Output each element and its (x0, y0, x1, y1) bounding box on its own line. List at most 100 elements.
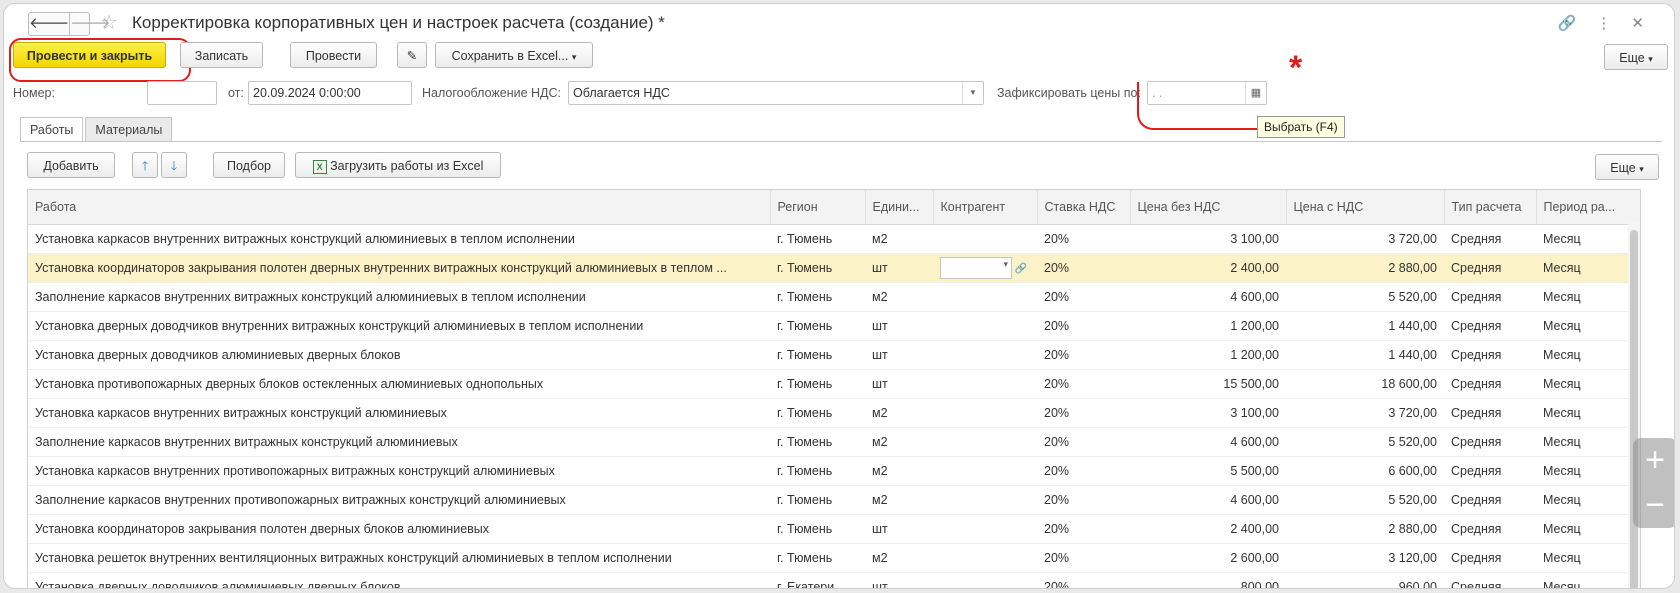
column-header[interactable]: Работа (28, 190, 771, 225)
column-header[interactable]: Ставка НДС (1037, 190, 1131, 225)
table-cell[interactable]: Средняя (1444, 369, 1536, 399)
table-cell[interactable]: 5 520,00 (1286, 427, 1444, 457)
table-cell[interactable]: 4 600,00 (1130, 427, 1286, 457)
table-cell[interactable]: шт (865, 572, 933, 588)
table-cell[interactable]: Месяц (1536, 572, 1640, 588)
edit-pen-icon[interactable]: ✎ (397, 42, 427, 68)
table-cell[interactable]: Средняя (1444, 456, 1536, 486)
chevron-down-icon[interactable]: ▼ (962, 82, 983, 104)
table-cell[interactable]: Месяц (1536, 427, 1640, 457)
table-cell[interactable]: 🔗 (933, 253, 1037, 283)
table-cell[interactable]: г. Тюмень (770, 224, 865, 254)
tab-works[interactable]: Работы (20, 117, 84, 142)
table-cell[interactable]: Заполнение каркасов внутренних витражных… (28, 427, 770, 457)
column-header[interactable]: Контрагент (933, 190, 1038, 225)
table-cell[interactable]: Установка противопожарных дверных блоков… (28, 369, 770, 399)
table-cell[interactable]: Средняя (1444, 543, 1536, 573)
table-cell[interactable] (933, 485, 1037, 515)
table-cell[interactable]: 20% (1037, 456, 1130, 486)
table-cell[interactable]: м2 (865, 427, 933, 457)
column-header[interactable]: Период ра... (1536, 190, 1640, 225)
table-cell[interactable]: г. Тюмень (770, 514, 865, 544)
table-cell[interactable] (933, 369, 1037, 399)
table-cell[interactable]: Установка дверных доводчиков алюминиевых… (28, 340, 770, 370)
table-cell[interactable]: шт (865, 340, 933, 370)
table-cell[interactable] (933, 398, 1037, 428)
table-cell[interactable]: Месяц (1536, 311, 1640, 341)
table-cell[interactable]: шт (865, 311, 933, 341)
table-cell[interactable]: шт (865, 253, 933, 283)
scroll-thumb[interactable] (1630, 230, 1638, 588)
table-cell[interactable]: Месяц (1536, 398, 1640, 428)
table-cell[interactable]: 1 440,00 (1286, 311, 1444, 341)
table-cell[interactable]: 20% (1037, 253, 1130, 283)
table-row[interactable]: Установка каркасов внутренних витражных … (28, 224, 1640, 254)
column-header[interactable]: Цена без НДС (1130, 190, 1287, 225)
table-cell[interactable]: Установка координаторов закрывания полот… (28, 253, 770, 283)
table-cell[interactable]: г. Тюмень (770, 427, 865, 457)
table-cell[interactable] (933, 224, 1037, 254)
table-cell[interactable]: Средняя (1444, 485, 1536, 515)
table-cell[interactable]: 20% (1037, 224, 1130, 254)
column-header[interactable]: Регион (770, 190, 866, 225)
table-cell[interactable]: 20% (1037, 311, 1130, 341)
table-cell[interactable]: Установка каркасов внутренних витражных … (28, 224, 770, 254)
table-row[interactable]: Заполнение каркасов внутренних витражных… (28, 282, 1640, 312)
table-cell[interactable]: Месяц (1536, 514, 1640, 544)
column-header[interactable]: Едини... (865, 190, 934, 225)
table-cell[interactable]: г. Тюмень (770, 543, 865, 573)
table-cell[interactable]: шт (865, 514, 933, 544)
save-to-excel-button[interactable]: Сохранить в Excel... ▾ (435, 42, 593, 68)
table-cell[interactable]: Установка координаторов закрывания полот… (28, 514, 770, 544)
number-input[interactable] (147, 81, 217, 105)
table-cell[interactable]: м2 (865, 282, 933, 312)
table-cell[interactable]: 15 500,00 (1130, 369, 1286, 399)
table-cell[interactable] (933, 340, 1037, 370)
table-cell[interactable]: 2 880,00 (1286, 514, 1444, 544)
table-cell[interactable]: г. Тюмень (770, 398, 865, 428)
table-cell[interactable]: Средняя (1444, 224, 1536, 254)
table-cell[interactable]: 5 520,00 (1286, 485, 1444, 515)
more-button[interactable]: Еще ▾ (1604, 44, 1668, 70)
table-cell[interactable]: Заполнение каркасов внутренних витражных… (28, 282, 770, 312)
table-cell[interactable]: 1 200,00 (1130, 340, 1286, 370)
table-cell[interactable]: 3 100,00 (1130, 398, 1286, 428)
link-icon[interactable]: 🔗 (1558, 14, 1577, 32)
date-input[interactable]: 20.09.2024 0:00:00 (248, 81, 412, 105)
table-cell[interactable]: Установка дверных доводчиков алюминиевых… (28, 572, 770, 588)
table-cell[interactable]: 3 720,00 (1286, 398, 1444, 428)
table-row[interactable]: Заполнение каркасов внутренних витражных… (28, 427, 1640, 457)
table-cell[interactable]: м2 (865, 543, 933, 573)
table-cell[interactable]: г. Тюмень (770, 456, 865, 486)
table-cell[interactable]: г. Тюмень (770, 369, 865, 399)
back-arrow-icon[interactable]: 🡐 (29, 13, 69, 35)
table-row[interactable]: Установка дверных доводчиков алюминиевых… (28, 572, 1640, 588)
table-cell[interactable]: 20% (1037, 282, 1130, 312)
table-cell[interactable]: 800,00 (1130, 572, 1286, 588)
more-vertical-icon[interactable]: ⋮ (1596, 14, 1611, 32)
close-icon[interactable]: ✕ (1631, 14, 1644, 32)
table-cell[interactable]: 2 600,00 (1130, 543, 1286, 573)
table-cell[interactable] (933, 543, 1037, 573)
table-cell[interactable]: 2 400,00 (1130, 514, 1286, 544)
table-cell[interactable]: м2 (865, 224, 933, 254)
table-row[interactable]: Заполнение каркасов внутренних противопо… (28, 485, 1640, 515)
table-row[interactable]: Установка координаторов закрывания полот… (28, 514, 1640, 544)
move-down-icon[interactable]: 🡓 (161, 152, 187, 178)
table-cell[interactable]: Заполнение каркасов внутренних противопо… (28, 485, 770, 515)
table-cell[interactable]: 6 600,00 (1286, 456, 1444, 486)
table-cell[interactable]: 3 120,00 (1286, 543, 1444, 573)
table-cell[interactable]: 960,00 (1286, 572, 1444, 588)
move-up-icon[interactable]: 🡑 (132, 152, 158, 178)
table-cell[interactable] (933, 282, 1037, 312)
grid-more-button[interactable]: Еще ▾ (1595, 154, 1659, 180)
table-cell[interactable]: Средняя (1444, 311, 1536, 341)
selection-button[interactable]: Подбор (213, 152, 285, 178)
vat-select[interactable]: Облагается НДС ▼ (568, 81, 984, 105)
table-cell[interactable]: Средняя (1444, 253, 1536, 283)
table-row[interactable]: Установка координаторов закрывания полот… (28, 253, 1640, 283)
add-button[interactable]: Добавить (27, 152, 115, 178)
table-cell[interactable]: 4 600,00 (1130, 282, 1286, 312)
zoom-in-icon[interactable]: + (1633, 438, 1674, 483)
vertical-scrollbar[interactable] (1628, 222, 1640, 588)
